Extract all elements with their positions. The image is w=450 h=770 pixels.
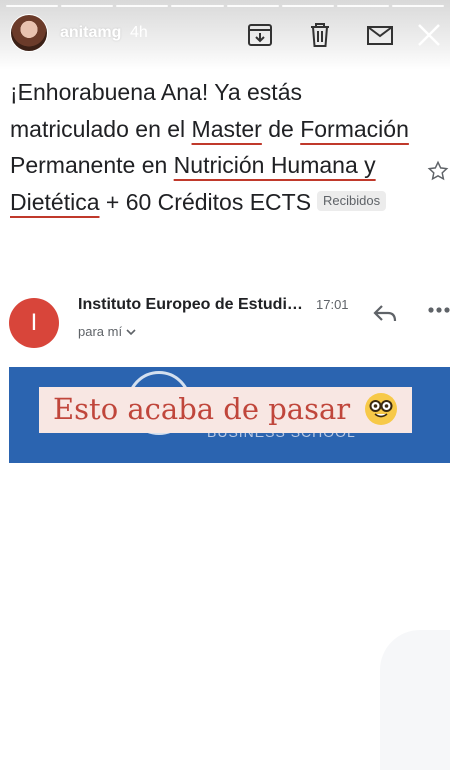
subject-text: Permanente en xyxy=(10,152,174,178)
close-icon[interactable] xyxy=(414,20,444,50)
nerd-face-icon xyxy=(365,393,397,425)
email-subject: ¡Enhorabuena Ana! Ya estás matriculado e… xyxy=(10,74,410,220)
archive-icon[interactable] xyxy=(245,20,275,50)
story-time: 4h xyxy=(130,24,148,41)
star-icon[interactable] xyxy=(427,160,449,182)
story-progress-bar xyxy=(6,5,444,7)
story-text-sticker: Esto acaba de pasar xyxy=(39,387,412,433)
mail-icon[interactable] xyxy=(365,20,395,50)
recipient-toggle[interactable]: para mí xyxy=(78,324,136,339)
more-options-icon[interactable] xyxy=(428,306,450,314)
recipient-label: para mí xyxy=(78,324,123,339)
subject-text: de xyxy=(261,115,301,142)
subject-text: + 60 Créditos ECTS xyxy=(99,188,312,215)
subject-underlined: Formación xyxy=(300,115,409,142)
story-user-avatar[interactable] xyxy=(10,14,48,52)
email-time: 17:01 xyxy=(316,297,349,312)
sticker-text: Esto acaba de pasar xyxy=(53,392,351,426)
chevron-down-icon xyxy=(126,329,136,336)
reply-icon[interactable] xyxy=(372,302,398,324)
sender-avatar-letter: I xyxy=(30,309,38,336)
sender-avatar[interactable]: I xyxy=(9,298,59,348)
sender-name[interactable]: Instituto Europeo de Estudios Empresaria… xyxy=(78,296,308,314)
inbox-label[interactable]: Recibidos xyxy=(317,191,387,212)
story-username[interactable]: anitamg xyxy=(60,24,121,42)
background-decoration xyxy=(380,630,450,770)
subject-underlined: Master xyxy=(191,115,262,142)
delete-icon[interactable] xyxy=(305,20,335,50)
